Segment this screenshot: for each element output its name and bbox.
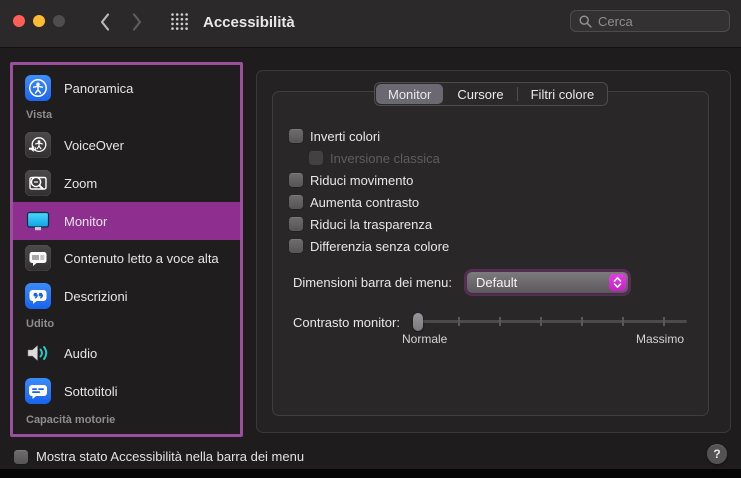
audio-icon xyxy=(27,344,48,362)
slider-tick xyxy=(622,317,624,326)
search-placeholder: Cerca xyxy=(598,13,633,29)
slider-tick xyxy=(540,317,542,326)
accessibility-sidebar: Panoramica Vista VoiceOver Zoom Monitor … xyxy=(10,62,243,437)
sidebar-item-descrizioni[interactable]: Descrizioni xyxy=(13,277,240,315)
checkbox-box xyxy=(289,217,303,231)
menu-bar-size-popup[interactable]: Default xyxy=(467,272,628,293)
footer-checkbox-label: Mostra stato Accessibilità nella barra d… xyxy=(36,449,305,464)
sidebar-item-label: Sottotitoli xyxy=(64,383,118,399)
checkbox-box xyxy=(289,173,303,187)
sidebar-item-label: Zoom xyxy=(64,175,98,191)
contrast-slider-track[interactable] xyxy=(413,317,687,326)
sidebar-item-label: Audio xyxy=(64,345,98,361)
slider-tick xyxy=(458,317,460,326)
forward-button[interactable] xyxy=(130,12,144,32)
checkbox-label: Aumenta contrasto xyxy=(310,194,420,210)
tab-bar: Monitor Cursore Filtri colore xyxy=(374,82,609,106)
slider-max-label: Massimo xyxy=(635,332,684,346)
checkbox-differenzia-senza-colore[interactable]: Differenzia senza colore xyxy=(289,238,449,254)
tab-monitor[interactable]: Monitor xyxy=(376,84,444,104)
sidebar-item-voiceover[interactable]: VoiceOver xyxy=(13,126,240,164)
sidebar-item-label: Monitor xyxy=(64,213,108,229)
checkbox-box xyxy=(289,239,303,253)
sidebar-item-audio[interactable]: Audio xyxy=(13,334,240,372)
checkbox-label: Riduci movimento xyxy=(310,172,414,188)
sidebar-section-vista: Vista xyxy=(26,109,53,121)
help-button[interactable]: ? xyxy=(707,444,727,464)
accessibility-preferences-window: Accessibilità Cerca Panoramica Vista Voi… xyxy=(0,0,741,478)
menu-bar-size-label: Dimensioni barra dei menu: xyxy=(293,275,452,290)
sidebar-item-label: VoiceOver xyxy=(64,137,124,153)
checkbox-box xyxy=(309,151,323,165)
slider-tick xyxy=(499,317,501,326)
titlebar: Accessibilità Cerca xyxy=(0,0,741,48)
voiceover-icon xyxy=(25,132,51,158)
checkbox-inverti-colori[interactable]: Inverti colori xyxy=(289,128,380,144)
sidebar-section-capacita-motorie: Capacità motorie xyxy=(26,414,116,426)
zoom-icon xyxy=(25,170,51,196)
checkbox-box xyxy=(289,195,303,209)
sidebar-item-panoramica[interactable]: Panoramica xyxy=(13,69,240,107)
close-window-button[interactable] xyxy=(13,15,25,27)
checkbox-riduci-trasparenza[interactable]: Riduci la trasparenza xyxy=(289,216,432,232)
popup-stepper-icon xyxy=(609,274,626,291)
popup-selected-value: Default xyxy=(476,275,518,290)
display-contrast-label: Contrasto monitor: xyxy=(293,315,400,330)
sidebar-item-label: Contenuto letto a voce alta xyxy=(64,250,219,266)
minimize-window-button[interactable] xyxy=(33,15,45,27)
chevron-left-icon xyxy=(100,13,110,31)
captions-icon xyxy=(25,378,51,404)
checkbox-aumenta-contrasto[interactable]: Aumenta contrasto xyxy=(289,194,419,210)
checkbox-box xyxy=(289,129,303,143)
spoken-content-icon xyxy=(25,245,51,271)
back-button[interactable] xyxy=(98,12,112,32)
sidebar-section-udito: Udito xyxy=(26,318,55,330)
contrast-slider-knob[interactable] xyxy=(413,313,423,331)
checkbox-box xyxy=(14,449,28,464)
checkbox-riduci-movimento[interactable]: Riduci movimento xyxy=(289,172,413,188)
bottom-edge-strip xyxy=(0,469,741,478)
checkbox-inversione-classica: Inversione classica xyxy=(309,150,440,166)
chevron-right-icon xyxy=(132,13,142,31)
accessibility-overview-icon xyxy=(25,75,51,101)
checkbox-label: Inversione classica xyxy=(330,150,440,166)
tab-cursore[interactable]: Cursore xyxy=(444,83,516,105)
checkbox-label: Riduci la trasparenza xyxy=(310,216,433,232)
slider-tick xyxy=(663,317,665,326)
sidebar-item-contenuto-letto[interactable]: Contenuto letto a voce alta xyxy=(13,239,240,277)
show-accessibility-status-checkbox[interactable]: Mostra stato Accessibilità nella barra d… xyxy=(14,449,304,464)
zoom-window-button-disabled xyxy=(53,15,65,27)
window-title: Accessibilità xyxy=(203,14,295,31)
sidebar-item-sottotitoli[interactable]: Sottotitoli xyxy=(13,372,240,410)
grid-icon xyxy=(171,13,188,30)
search-icon xyxy=(579,14,592,28)
search-input[interactable]: Cerca xyxy=(570,10,730,32)
checkbox-label: Differenzia senza colore xyxy=(310,238,450,254)
descriptions-icon xyxy=(25,283,51,309)
sidebar-item-zoom[interactable]: Zoom xyxy=(13,164,240,202)
sidebar-item-label: Panoramica xyxy=(64,80,134,96)
show-all-preferences-button[interactable] xyxy=(170,12,189,31)
tab-filtri-colore[interactable]: Filtri colore xyxy=(518,83,608,105)
monitor-icon xyxy=(26,211,50,231)
sidebar-item-label: Descrizioni xyxy=(64,288,128,304)
checkbox-label: Inverti colori xyxy=(310,128,381,144)
sidebar-item-monitor[interactable]: Monitor xyxy=(13,202,240,240)
slider-min-label: Normale xyxy=(402,332,448,346)
slider-tick xyxy=(581,317,583,326)
